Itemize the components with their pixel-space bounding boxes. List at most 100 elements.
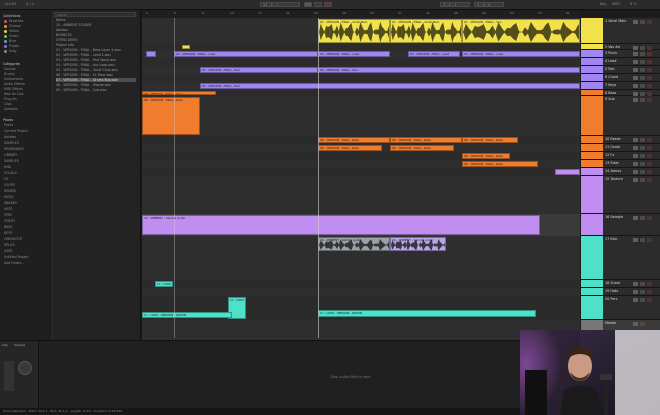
solo-button[interactable] [640, 170, 645, 174]
places-item[interactable]: Add Folder... [4, 261, 24, 265]
category-item[interactable]: Samples [4, 107, 18, 111]
solo-button[interactable] [640, 60, 645, 64]
track-header[interactable]: 6 Chord [581, 74, 660, 82]
places-item[interactable]: VENGEANCE [4, 147, 24, 151]
solo-button[interactable] [640, 138, 645, 142]
places-item[interactable]: Ableton [4, 135, 16, 139]
places-item[interactable]: Untitled Project [4, 255, 29, 259]
browser-file-item[interactable]: 03 - VERSION - FINAL - Pad Stack.wav [56, 58, 116, 62]
places-item[interactable]: SNARES [4, 201, 17, 205]
arrangement-clip[interactable]: 08 - VERSION - FINAL - Bass [390, 137, 462, 143]
category-item[interactable]: Max for Live [4, 92, 24, 96]
track-activator-button[interactable] [633, 76, 638, 80]
arm-button[interactable] [647, 84, 652, 88]
arm-button[interactable] [647, 178, 652, 182]
places-item[interactable]: VOCALS [4, 171, 17, 175]
arrangement-clip[interactable]: 08 - VERSION - FINAL - Bass [142, 97, 200, 135]
midi-map-button[interactable]: MIDI [612, 2, 620, 6]
arrangement-clip[interactable]: 17 - LOOP - VERSION - DRUMS [155, 281, 173, 287]
collection-item[interactable]: Favorites [4, 19, 23, 23]
collection-item[interactable]: Purple [4, 44, 19, 48]
track-name[interactable]: 17 Kick [605, 237, 617, 241]
track-activator-button[interactable] [633, 298, 638, 302]
tempo-display[interactable]: 114.00 [4, 2, 16, 6]
browser-file-item[interactable]: 01 - VERSION - FINAL - Bass Layer 2.wav [56, 48, 121, 52]
arrangement-clip[interactable]: 08 - VERSION - FINAL - Bass [462, 137, 518, 143]
track-name[interactable]: 14 Atmos [605, 169, 621, 173]
places-item[interactable]: LIBRARY [4, 153, 17, 157]
arm-button[interactable] [647, 216, 652, 220]
arm-button[interactable] [647, 170, 652, 174]
browser-file-item[interactable]: Project Info [56, 43, 74, 47]
arm-button[interactable] [647, 52, 652, 56]
track-header[interactable]: 4 Lead [581, 58, 660, 66]
track-name[interactable]: 6 Chord [605, 75, 618, 79]
stop-button[interactable] [314, 2, 322, 7]
places-item[interactable]: BASS [4, 225, 12, 229]
solo-button[interactable] [640, 322, 645, 326]
track-name[interactable]: 8 Bass [605, 91, 616, 95]
track-header[interactable]: 18 Snare [581, 280, 660, 288]
arm-button[interactable] [647, 146, 652, 150]
track-header[interactable]: 10 Reese [581, 136, 660, 144]
arrangement-clip[interactable]: 03 - VERSION - FINAL - Lead [462, 51, 580, 57]
places-item[interactable]: SPLICE [4, 243, 15, 247]
places-item[interactable]: PERC [4, 213, 12, 217]
play-button[interactable] [304, 2, 312, 7]
track-activator-button[interactable] [633, 138, 638, 142]
track-name[interactable]: 20 Perc [605, 297, 618, 301]
track-name[interactable]: 13 Riser [605, 161, 619, 165]
track-activator-button[interactable] [633, 162, 638, 166]
arm-button[interactable] [647, 76, 652, 80]
track-name[interactable]: 7 Keys [605, 83, 616, 87]
collection-item[interactable]: Yellow [4, 29, 19, 33]
track-header[interactable]: 16 Sample [581, 214, 660, 236]
track-activator-button[interactable] [633, 84, 638, 88]
record-button[interactable] [324, 2, 332, 7]
places-item[interactable]: KEYS [4, 231, 12, 235]
arrangement-clip[interactable]: 17 - LOOP - VERSION - DRUMS [318, 310, 536, 317]
arrangement-clip[interactable]: 16 - AMBIENT - Sample Audio [142, 215, 540, 235]
category-item[interactable]: Audio Effects [4, 82, 25, 86]
arrangement-clip[interactable]: 05 - VERSION - FINAL - Pad [200, 67, 318, 73]
arrangement-clip[interactable]: 05 - VERSION - FINAL - Pad [318, 67, 580, 73]
solo-button[interactable] [640, 154, 645, 158]
browser-file-item[interactable]: 07 - VERSION - FINAL - Drums Bus.wav [56, 78, 136, 82]
arrangement-clip[interactable] [182, 45, 190, 49]
arrangement-lane[interactable] [142, 96, 580, 137]
category-item[interactable]: Sounds [4, 67, 16, 71]
solo-button[interactable] [640, 98, 645, 102]
track-name[interactable]: 15 Texture [605, 177, 623, 181]
places-item[interactable]: MIDI [4, 165, 11, 169]
browser-file-item[interactable]: BOUNCES [56, 33, 72, 37]
browser-file-item[interactable]: 09 - VERSION - FINAL - Sub.wav [56, 88, 107, 92]
track-name[interactable]: 3 Pluck [605, 51, 617, 55]
sample-tab-label[interactable]: Sample [14, 343, 25, 347]
track-activator-button[interactable] [633, 20, 638, 24]
track-header[interactable]: 12 Fx [581, 152, 660, 160]
track-name[interactable]: 18 Snare [605, 281, 620, 285]
arm-button[interactable] [647, 98, 652, 102]
solo-button[interactable] [640, 68, 645, 72]
arrangement-clip[interactable]: 08 - VERSION - FINAL - Bass [318, 137, 390, 143]
arrangement-clip[interactable] [555, 169, 580, 175]
browser-file-item[interactable]: 05 - VERSION - FINAL - Vocal Chop.wav [56, 68, 118, 72]
category-item[interactable]: Instruments [4, 77, 23, 81]
places-item[interactable]: FX [4, 177, 8, 181]
browser-file-item[interactable]: 08 - VERSION - FINAL - Master.wav [56, 83, 111, 87]
solo-button[interactable] [640, 20, 645, 24]
track-activator-button[interactable] [633, 52, 638, 56]
track-name[interactable]: 16 Sample [605, 215, 623, 219]
arrangement-clip[interactable]: 03 - VERSION - FINAL - Lead [408, 51, 460, 57]
solo-button[interactable] [640, 216, 645, 220]
solo-button[interactable] [640, 84, 645, 88]
category-item[interactable]: Drums [4, 72, 15, 76]
track-header[interactable]: 9 Sub [581, 96, 660, 136]
track-name[interactable]: 12 Fx [605, 153, 614, 157]
track-header[interactable]: 7 Keys [581, 82, 660, 90]
track-header[interactable]: 5 Pad [581, 66, 660, 74]
places-item[interactable]: LOOPS [4, 183, 15, 187]
track-activator-button[interactable] [633, 216, 638, 220]
browser-search-input[interactable]: Search [54, 12, 136, 17]
arrangement-clip[interactable]: 01 - VERSION - FINAL - Vox [462, 19, 580, 43]
